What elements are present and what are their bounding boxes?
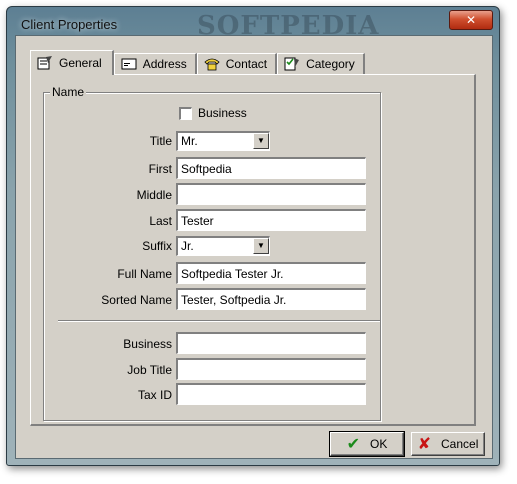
tab-general[interactable]: General [30,50,114,75]
middle-label: Middle [136,188,172,202]
sorted-name-label: Sorted Name [101,293,172,307]
title-select[interactable]: Mr. ▼ [176,131,270,151]
tab-contact[interactable]: Contact [196,53,278,74]
job-title-input[interactable] [176,358,366,380]
title-dropdown-arrow-icon[interactable]: ▼ [253,133,269,149]
business-checkbox-label: Business [198,106,247,120]
name-groupbox: Name Business Title Mr. ▼ First Softpedi… [43,85,381,421]
close-icon: ✕ [465,13,477,27]
group-divider [58,320,380,322]
tax-id-input[interactable] [176,383,366,405]
tab-strip: General Address Contact Category [30,50,365,75]
sorted-name-input[interactable]: Tester, Softpedia Jr. [176,288,366,310]
cancel-button[interactable]: ✘ Cancel [411,432,485,456]
business-checkbox[interactable] [179,107,192,120]
last-label: Last [149,214,172,228]
form-icon [37,56,52,70]
client-properties-window: Client Properties SOFTPEDIA ✕ General Ad… [6,6,500,466]
suffix-dropdown-arrow-icon[interactable]: ▼ [253,238,269,254]
phone-icon [204,58,220,71]
x-icon: ✘ [417,436,432,453]
suffix-select[interactable]: Jr. ▼ [176,236,270,256]
job-title-label: Job Title [127,363,172,377]
full-name-input[interactable]: Softpedia Tester Jr. [176,262,366,284]
title-label: Title [149,134,172,148]
tab-general-label: General [59,56,102,70]
ok-button[interactable]: ✔ OK [329,431,405,457]
window-title: Client Properties [21,17,118,32]
envelope-icon [121,58,137,70]
tax-id-label: Tax ID [137,388,172,402]
dialog-body: General Address Contact Category Name Bu… [15,35,493,459]
cancel-button-label: Cancel [441,437,479,451]
business-name-input[interactable] [176,332,366,354]
title-select-value: Mr. [181,134,198,148]
tab-address-label: Address [142,57,187,71]
general-tab-page: Name Business Title Mr. ▼ First Softpedi… [30,74,476,426]
tab-contact-label: Contact [225,57,268,71]
tab-address[interactable]: Address [113,53,197,74]
suffix-label: Suffix [142,239,172,253]
suffix-select-value: Jr. [181,239,194,253]
last-name-input[interactable]: Tester [176,209,366,231]
checkmark-icon: ✔ [346,436,361,453]
business-label: Business [123,337,172,351]
name-group-label: Name [50,85,87,99]
middle-name-input[interactable] [176,183,366,205]
tab-category-label: Category [306,57,355,71]
checklist-icon [284,57,300,71]
full-name-label: Full Name [117,267,172,281]
first-name-input[interactable]: Softpedia [176,157,366,179]
first-label: First [148,162,172,176]
close-button[interactable]: ✕ [449,10,493,30]
tab-category[interactable]: Category [277,53,365,74]
ok-button-label: OK [370,437,388,451]
